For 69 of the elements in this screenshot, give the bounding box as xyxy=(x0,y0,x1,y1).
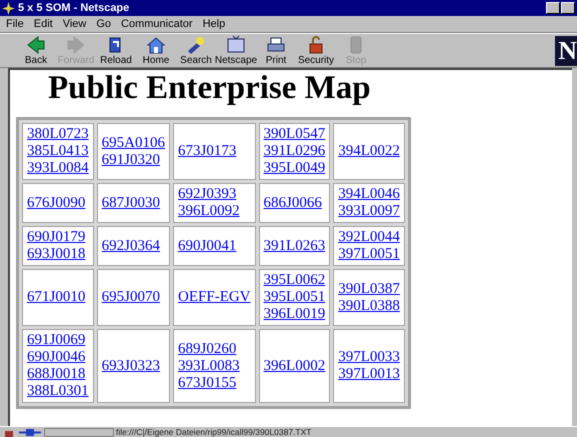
toolbar-button[interactable]: Home xyxy=(136,35,176,66)
code-link[interactable]: 695J0070 xyxy=(102,289,166,306)
code-link[interactable]: 394L0022 xyxy=(338,143,400,160)
menu-item[interactable]: Communicator xyxy=(119,18,195,30)
plug-icon xyxy=(18,428,42,436)
code-link[interactable]: 673J0173 xyxy=(178,143,251,160)
code-link[interactable]: 390L0387 xyxy=(338,280,400,298)
code-link[interactable]: 687J0030 xyxy=(102,194,166,212)
code-link[interactable]: 395L0062 xyxy=(264,272,326,289)
toolbar-button[interactable]: Reload xyxy=(96,35,136,66)
logo-icon: N xyxy=(555,36,577,66)
code-link[interactable]: 391L0263 xyxy=(264,238,326,254)
code-link[interactable]: 395L0051 xyxy=(264,289,326,306)
toolbar-button[interactable]: Search xyxy=(176,35,216,66)
code-link[interactable]: 396L0092 xyxy=(178,203,251,220)
forward-arrow-icon xyxy=(65,35,87,55)
code-link[interactable]: 391L0296 xyxy=(264,143,326,160)
code-link[interactable]: 397L0033 xyxy=(338,349,400,366)
status-url: file:///C|/Eigene Dateien/rip99/icall99/390L0387.TXT xyxy=(116,428,312,436)
code-link[interactable]: 392L0044 xyxy=(338,229,400,246)
code-link[interactable]: 691J0069 xyxy=(27,332,89,349)
code-link[interactable]: 394L0046 xyxy=(338,186,400,203)
tv-icon xyxy=(225,35,247,55)
window-title: 5 x 5 SOM - Netscape xyxy=(18,2,130,14)
toolbar-button[interactable]: Netscape xyxy=(216,35,256,66)
code-link[interactable]: 396L0002 xyxy=(264,358,326,374)
code-link[interactable]: 397L0013 xyxy=(338,366,400,383)
page-heading: Public Enterprise Map xyxy=(48,72,372,105)
minimize-button[interactable] xyxy=(546,2,560,14)
code-link[interactable]: 693J0018 xyxy=(27,246,89,263)
status-panel xyxy=(44,428,114,436)
house-icon xyxy=(145,35,167,55)
code-link[interactable]: 390L0388 xyxy=(338,298,400,314)
code-link[interactable]: 397L0051 xyxy=(338,246,400,263)
menu-item[interactable]: Help xyxy=(200,18,228,30)
toolbar-button[interactable]: Security xyxy=(296,35,336,66)
code-link[interactable]: 673J0155 xyxy=(178,374,251,392)
starburst-icon xyxy=(2,2,15,14)
code-link[interactable]: 393L0083 xyxy=(178,358,251,374)
code-link[interactable]: 390L0547 xyxy=(264,126,326,143)
code-link[interactable]: 396L0019 xyxy=(264,306,326,323)
code-link[interactable]: 393L0084 xyxy=(27,160,89,177)
toolbar-button[interactable]: Back xyxy=(16,35,56,66)
code-link[interactable]: 388L0301 xyxy=(27,383,89,400)
toolbar-button[interactable]: Print xyxy=(256,35,296,66)
code-link[interactable]: 380L0723 xyxy=(27,126,89,143)
code-link[interactable]: 692J0393 xyxy=(178,186,251,203)
code-link[interactable]: 393L0097 xyxy=(338,203,400,220)
code-link[interactable]: 691J0320 xyxy=(102,152,166,168)
restore-button[interactable] xyxy=(561,2,575,14)
code-link[interactable]: 688J0018 xyxy=(27,366,89,383)
code-link[interactable]: 693J0323 xyxy=(102,358,166,374)
menu-item[interactable]: View xyxy=(60,18,88,30)
code-link[interactable]: 395L0049 xyxy=(264,160,326,177)
code-link[interactable]: 690J0179 xyxy=(27,229,89,246)
code-link[interactable]: 686J0066 xyxy=(264,194,326,212)
code-link[interactable]: 695A0106 xyxy=(102,134,166,152)
code-link[interactable]: 676J0090 xyxy=(27,194,89,212)
back-arrow-icon xyxy=(25,35,47,55)
menu-item[interactable]: File xyxy=(4,18,26,30)
code-link[interactable]: OEFF-EGV xyxy=(178,289,251,306)
code-link[interactable]: 692J0364 xyxy=(102,238,166,254)
code-link[interactable]: 689J0260 xyxy=(178,340,251,358)
menu-item[interactable]: Edit xyxy=(32,18,55,30)
code-link[interactable]: 671J0010 xyxy=(27,289,89,306)
code-link[interactable]: 385L0413 xyxy=(27,143,89,160)
menu-item[interactable]: Go xyxy=(94,18,114,30)
code-link[interactable]: 690J0041 xyxy=(178,238,251,254)
code-link[interactable]: 690J0046 xyxy=(27,349,89,366)
